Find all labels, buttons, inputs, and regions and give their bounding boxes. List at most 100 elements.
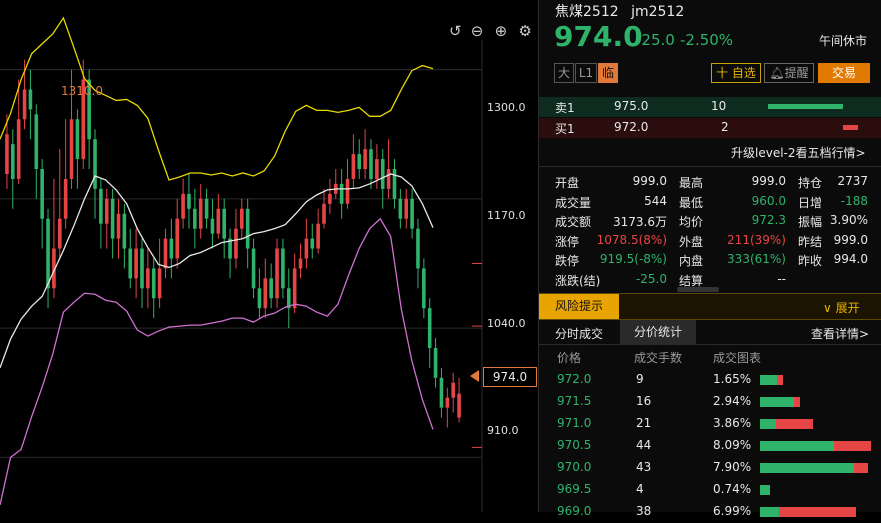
sell1-row[interactable]: 卖1 975.0 10 — [539, 97, 881, 117]
candle-body — [257, 288, 262, 309]
candle-body — [11, 144, 15, 179]
stat-value: 960.0 — [751, 193, 786, 208]
sell1-price: 975.0 — [614, 99, 649, 113]
stat-label: 最高 — [679, 176, 704, 190]
zoom-out-icon[interactable]: ⊖ — [471, 22, 490, 40]
buy1-row[interactable]: 买1 972.0 2 — [539, 118, 881, 138]
collapse-handle[interactable] — [677, 287, 719, 292]
row-volume: 4 — [636, 482, 644, 496]
stat-value: 972.3 — [751, 213, 786, 227]
candle-body — [104, 198, 109, 224]
stat-value: 999.0 — [632, 174, 667, 188]
add-watchlist-button[interactable]: 十 自选 — [711, 63, 761, 83]
candle-body — [375, 159, 379, 179]
candle-body — [345, 178, 350, 204]
table-row[interactable]: 970.5 44 8.09% — [539, 435, 881, 457]
candle-body — [116, 213, 121, 239]
tag-temp[interactable]: 临 — [598, 63, 618, 83]
candle-body — [380, 159, 385, 189]
table-row[interactable]: 969.5 4 0.74% — [539, 479, 881, 501]
stat-value: 919.5(-8%) — [599, 252, 667, 266]
candle-body — [181, 193, 185, 219]
candle-body — [322, 203, 326, 224]
candle-body — [198, 198, 203, 229]
tag-l1[interactable]: L1 — [575, 63, 597, 83]
stat-value: 1078.5(8%) — [596, 232, 667, 247]
stat-label: 昨收 — [798, 254, 823, 268]
risk-bar[interactable]: 风险提示 ∨ 展开 — [539, 293, 881, 320]
tab-price-stats[interactable]: 分价统计 — [620, 320, 696, 344]
buy1-volume-bar — [842, 125, 858, 130]
candle-body — [46, 218, 50, 289]
alert-button[interactable]: 🔔︎提醒 — [764, 63, 814, 83]
chart-canvas[interactable] — [0, 0, 538, 512]
col-header-chart: 成交图表 — [713, 351, 762, 365]
row-sell-bar — [834, 441, 871, 451]
kline-chart[interactable]: ↺ ⊖ ⊕ ⚙ 1310.0 1300.0 1170.0 1040.0 910.… — [0, 0, 538, 512]
row-volume: 21 — [636, 416, 652, 430]
zoom-in-icon[interactable]: ⊕ — [495, 22, 514, 40]
row-buy-bar — [760, 507, 780, 517]
risk-label: 风险提示 — [539, 294, 619, 319]
candle-body — [151, 268, 156, 299]
candle-body — [75, 119, 80, 160]
row-volume: 43 — [636, 460, 652, 474]
candle-body — [275, 248, 279, 299]
candle-body — [351, 154, 356, 179]
candle-body — [416, 228, 420, 269]
candle-body — [304, 238, 309, 259]
candle-body — [146, 268, 150, 289]
candle-body — [122, 213, 127, 249]
stat-value: -25.0 — [635, 271, 667, 286]
stat-label: 跌停 — [555, 254, 580, 268]
stat-label: 涨停 — [555, 234, 580, 249]
candle-body — [210, 218, 215, 234]
tab-ticks[interactable]: 分时成交 — [555, 325, 603, 342]
risk-expand[interactable]: ∨ 展开 — [823, 299, 860, 316]
candle-body — [439, 377, 444, 408]
candle-body — [134, 248, 138, 279]
row-sell-bar — [776, 375, 783, 385]
row-price: 971.0 — [557, 416, 592, 430]
candle-body — [316, 223, 320, 249]
candle-body — [140, 248, 144, 289]
session-status: 午间休市 — [819, 34, 868, 48]
row-price: 971.5 — [557, 394, 592, 408]
row-volume: 38 — [636, 504, 652, 518]
table-row[interactable]: 970.0 43 7.90% — [539, 457, 881, 479]
candle-body — [204, 198, 209, 219]
table-row[interactable]: 969.0 38 6.99% — [539, 501, 881, 523]
candle-body — [427, 308, 432, 348]
candle-body — [57, 218, 62, 249]
last-price-tag: 974.0 — [483, 367, 537, 387]
gear-icon[interactable]: ⚙ — [518, 22, 535, 40]
stat-value: 2737 — [837, 174, 868, 188]
chevron-down-icon: ∨ — [823, 301, 832, 315]
buy1-label: 买1 — [555, 122, 575, 136]
candle-body — [404, 198, 409, 219]
upgrade-level2-link[interactable]: 升级level-2看五档行情> — [731, 144, 866, 161]
stat-label: 成交额 — [555, 215, 592, 229]
table-row[interactable]: 972.0 9 1.65% — [539, 369, 881, 391]
undo-icon[interactable]: ↺ — [449, 22, 466, 40]
sell1-volume: 10 — [711, 99, 727, 113]
table-row[interactable]: 971.5 16 2.94% — [539, 391, 881, 413]
stat-value: -188 — [840, 193, 868, 208]
table-row[interactable]: 971.0 21 3.86% — [539, 413, 881, 435]
stat-value: 211(39%) — [727, 232, 786, 247]
trade-button[interactable]: 交易 — [818, 63, 870, 83]
view-details-link[interactable]: 查看详情> — [811, 325, 869, 342]
chart-toolbar: ↺ ⊖ ⊕ ⚙ — [449, 22, 535, 40]
row-volume: 16 — [636, 394, 652, 408]
candle-body — [5, 134, 9, 174]
lower-band-line — [0, 217, 434, 506]
high-marker: 1310.0 — [61, 84, 103, 98]
candle-body — [99, 188, 103, 224]
tag-big[interactable]: 大 — [554, 63, 574, 83]
contract-name: 焦煤2512 jm2512 — [555, 1, 684, 21]
row-volume: 44 — [636, 438, 652, 452]
row-percent: 7.90% — [713, 460, 752, 474]
candle-body — [63, 178, 68, 219]
candle-body — [339, 183, 344, 204]
row-price: 970.0 — [557, 460, 592, 474]
